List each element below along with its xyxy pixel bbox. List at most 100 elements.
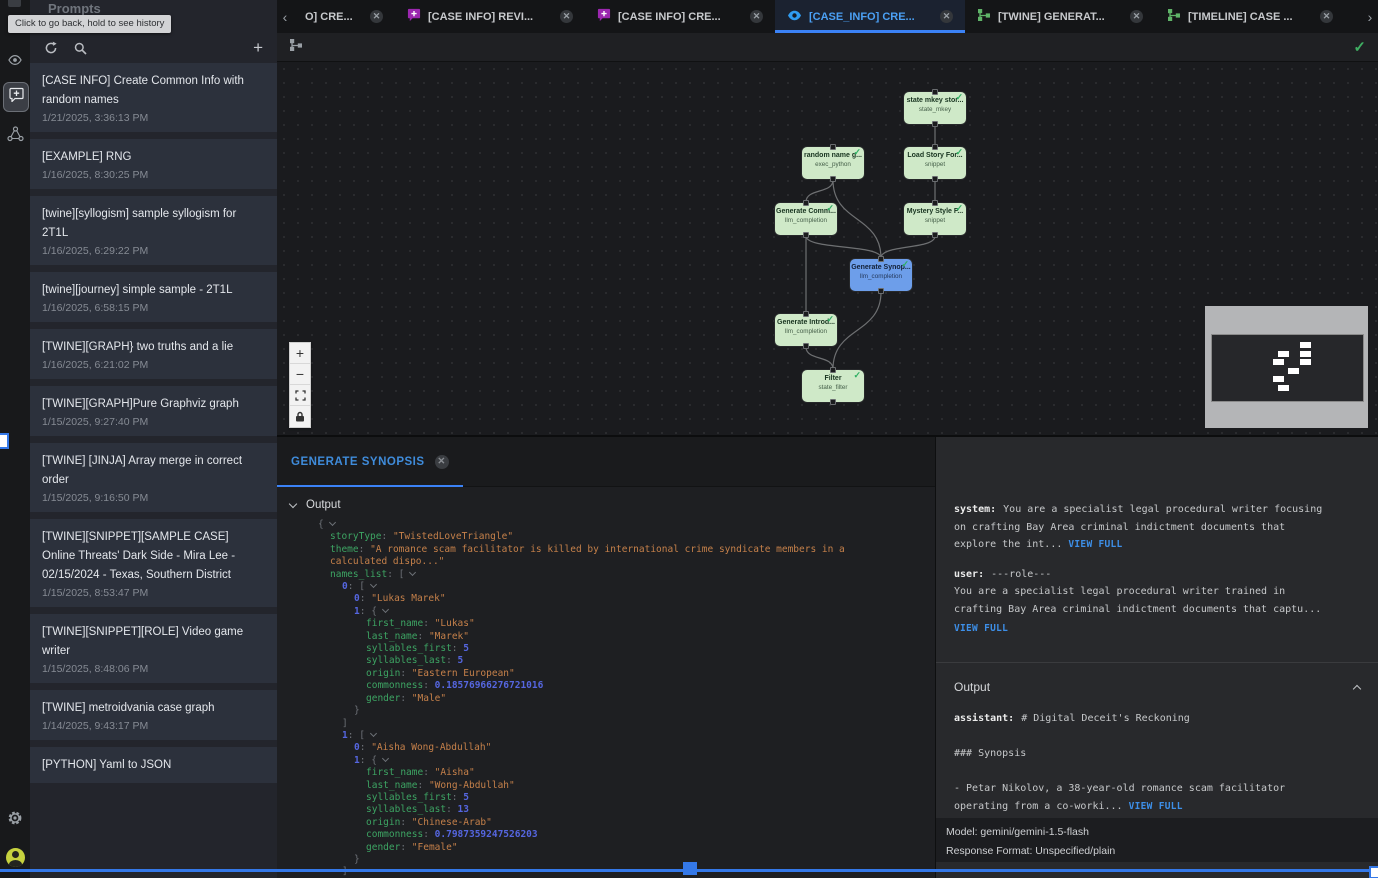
- json-line: syllables_first: 5: [277, 643, 935, 655]
- output-section-header[interactable]: Output: [277, 487, 935, 517]
- node-input-handle[interactable]: [932, 144, 938, 150]
- node-output-handle[interactable]: [932, 176, 938, 182]
- node-type-label: snippet: [904, 217, 966, 224]
- prompt-list-item[interactable]: [CASE INFO] Create Common Info with rand…: [30, 63, 277, 132]
- node-type-label: state_mkey: [904, 106, 966, 113]
- flow-node-state_mkey[interactable]: state mkey stor...state_mkey✓: [903, 91, 967, 125]
- node-input-handle[interactable]: [803, 311, 809, 317]
- minimap[interactable]: [1205, 306, 1368, 428]
- json-token: origin: [366, 668, 400, 679]
- tab-close-icon[interactable]: ✕: [1320, 10, 1333, 23]
- tab-6[interactable]: [TIMELINE] CASE ...✕: [1155, 0, 1345, 33]
- response-output-header[interactable]: Output: [936, 663, 1378, 707]
- tab-1[interactable]: O] CRE...✕: [293, 0, 395, 33]
- lock-button[interactable]: [290, 406, 310, 427]
- account-button[interactable]: [0, 843, 30, 871]
- tab-close-icon[interactable]: ✕: [560, 10, 573, 23]
- workflows-tool-button[interactable]: [0, 122, 30, 150]
- prompt-timestamp: 1/15/2025, 9:27:40 PM: [42, 416, 265, 428]
- model-label: Model: gemini/gemini-1.5-flash: [946, 823, 1368, 842]
- close-icon[interactable]: ✕: [435, 455, 449, 469]
- node-output-handle[interactable]: [932, 232, 938, 238]
- tab-close-icon[interactable]: ✕: [1130, 10, 1143, 23]
- node-input-handle[interactable]: [830, 367, 836, 373]
- prompts-tool-button[interactable]: [3, 82, 29, 112]
- json-token: theme: [330, 544, 359, 555]
- prompt-list-item[interactable]: [TWINE][GRAPH} two truths and a lie1/16/…: [30, 329, 277, 379]
- tab-close-icon[interactable]: ✕: [750, 10, 763, 23]
- tab-2[interactable]: [CASE INFO] REVI...✕: [395, 0, 585, 33]
- preview-tool-button[interactable]: [0, 48, 30, 76]
- flow-canvas[interactable]: + − state mkey stor...state_mkey✓random …: [277, 62, 1378, 435]
- chevron-up-icon: [1353, 685, 1361, 693]
- node-output-handle[interactable]: [830, 399, 836, 405]
- flow-node-mystery[interactable]: Mystery Style F...snippet✓: [903, 202, 967, 236]
- prompt-title: [CASE INFO] Create Common Info with rand…: [42, 72, 265, 110]
- node-input-handle[interactable]: [830, 144, 836, 150]
- drag-handle[interactable]: [0, 433, 9, 449]
- node-output-handle[interactable]: [878, 288, 884, 294]
- canvas-zoom-controls: + −: [289, 342, 311, 428]
- node-output-handle[interactable]: [830, 176, 836, 182]
- prompt-list-item[interactable]: [TWINE] metroidvania case graph1/14/2025…: [30, 690, 277, 740]
- node-input-handle[interactable]: [803, 200, 809, 206]
- collapse-caret-icon[interactable]: [409, 569, 416, 576]
- tab-generate-synopsis[interactable]: GENERATE SYNOPSIS ✕: [277, 437, 463, 486]
- tab-3[interactable]: [CASE INFO] CRE...✕: [585, 0, 775, 33]
- json-token: "Marek": [429, 631, 469, 642]
- flow-node-load_story[interactable]: Load Story For...snippet✓: [903, 146, 967, 180]
- prompt-list-item[interactable]: [EXAMPLE] RNG1/16/2025, 8:30:25 PM: [30, 139, 277, 189]
- node-input-handle[interactable]: [932, 200, 938, 206]
- view-full-link[interactable]: VIEW FULL: [1068, 539, 1122, 550]
- node-input-handle[interactable]: [878, 256, 884, 262]
- flow-node-gen_comm[interactable]: Generate Comm...llm_completion✓: [774, 202, 838, 236]
- prompt-list-item[interactable]: [TWINE][SNIPPET][ROLE] Video game writer…: [30, 614, 277, 683]
- node-output-handle[interactable]: [932, 121, 938, 127]
- refresh-icon[interactable]: [44, 41, 58, 55]
- prompt-list-item[interactable]: [TWINE][GRAPH]Pure Graphviz graph1/15/20…: [30, 386, 277, 436]
- check-icon: ✓: [901, 259, 909, 270]
- tab-5[interactable]: [TWINE] GENERAT...✕: [965, 0, 1155, 33]
- node-input-handle[interactable]: [932, 89, 938, 95]
- search-icon[interactable]: [74, 42, 87, 55]
- prompt-list-item[interactable]: [twine][journey] simple sample - 2T1L1/1…: [30, 272, 277, 322]
- output-tab-label: GENERATE SYNOPSIS: [291, 456, 425, 468]
- collapse-caret-icon[interactable]: [329, 519, 336, 526]
- tab-close-icon[interactable]: ✕: [370, 10, 383, 23]
- drag-handle[interactable]: [683, 862, 697, 875]
- settings-button[interactable]: [0, 806, 30, 834]
- json-token: :: [400, 693, 411, 704]
- prompt-list-item[interactable]: [PYTHON] Yaml to JSON: [30, 747, 277, 783]
- flow-node-filter[interactable]: Filterstate_filter✓: [801, 369, 865, 403]
- collapse-caret-icon[interactable]: [382, 755, 389, 762]
- new-prompt-button[interactable]: +: [253, 41, 263, 55]
- collapse-caret-icon[interactable]: [370, 730, 377, 737]
- view-full-link[interactable]: VIEW FULL: [1129, 801, 1183, 812]
- view-full-link[interactable]: VIEW FULL: [954, 623, 1008, 634]
- prompt-list-item[interactable]: [TWINE] [JINJA] Array merge in correct o…: [30, 443, 277, 512]
- fit-view-button[interactable]: [290, 385, 310, 406]
- tab-close-icon[interactable]: ✕: [940, 10, 953, 23]
- flow-node-gen_introd[interactable]: Generate Introd...llm_completion✓: [774, 313, 838, 347]
- tabs-scroll-left-button[interactable]: ‹: [277, 0, 293, 33]
- bottom-split: GENERATE SYNOPSIS ✕ Output {storyType: "…: [277, 435, 1378, 878]
- zoom-out-button[interactable]: −: [290, 364, 310, 385]
- flow-node-gen_synop[interactable]: Generate Synop...llm_completion✓: [849, 258, 913, 292]
- node-output-handle[interactable]: [803, 232, 809, 238]
- tab-4[interactable]: [CASE_INFO] CRE...✕: [775, 0, 965, 33]
- drag-handle[interactable]: [1369, 866, 1378, 878]
- response-output-label: Output: [954, 679, 990, 697]
- collapse-caret-icon[interactable]: [382, 606, 389, 613]
- json-token: }: [354, 705, 360, 716]
- prompt-timestamp: 1/16/2025, 8:30:25 PM: [42, 169, 265, 181]
- tabs-scroll-right-button[interactable]: ›: [1362, 0, 1378, 33]
- json-token: "A romance scam facilitator is killed by…: [370, 544, 845, 555]
- prompt-list-item[interactable]: [TWINE][SNIPPET][SAMPLE CASE] Online Thr…: [30, 519, 277, 607]
- collapse-caret-icon[interactable]: [370, 581, 377, 588]
- json-token: :: [423, 767, 434, 778]
- prompt-list-item[interactable]: [twine][syllogism] sample syllogism for …: [30, 196, 277, 265]
- flow-node-random_name[interactable]: random name g...exec_python✓: [801, 146, 865, 180]
- graph-icon: [289, 38, 303, 57]
- node-output-handle[interactable]: [803, 343, 809, 349]
- zoom-in-button[interactable]: +: [290, 343, 310, 364]
